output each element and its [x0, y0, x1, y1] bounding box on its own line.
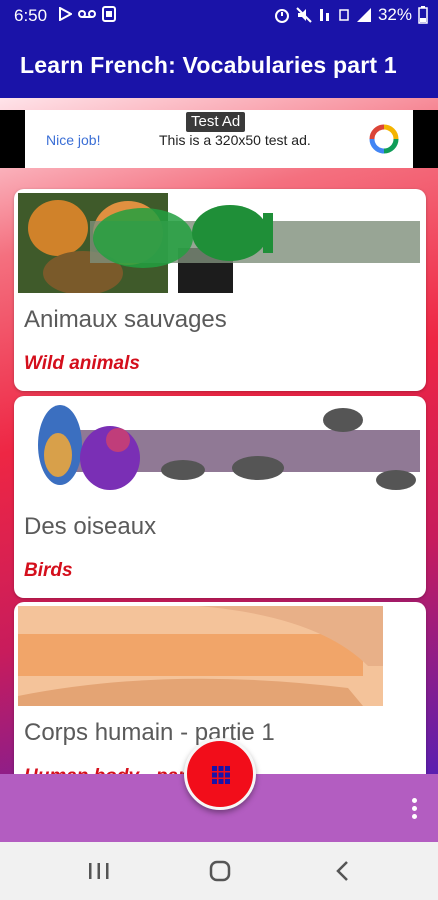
- sim-icon: [102, 6, 116, 22]
- status-time: 6:50: [14, 6, 48, 25]
- ad-cta[interactable]: Nice job!: [46, 132, 100, 148]
- card-wild-animals[interactable]: Animaux sauvages Wild animals: [14, 189, 426, 391]
- grid-icon: [212, 766, 230, 784]
- app-bar: Learn French: Vocabularies part 1: [0, 30, 438, 98]
- battery-icon: [418, 6, 428, 24]
- app-title: Learn French: Vocabularies part 1: [20, 52, 397, 78]
- status-left-icons: [58, 6, 116, 22]
- status-bar: 6:50 32%: [0, 0, 438, 30]
- recent-apps-icon[interactable]: [84, 858, 114, 884]
- birds-image: [18, 400, 422, 500]
- back-icon[interactable]: [328, 858, 358, 884]
- card-subtitle: Wild animals: [24, 353, 140, 374]
- battery-percent: 32%: [377, 5, 412, 24]
- card-title: Animaux sauvages: [24, 306, 227, 333]
- card-subtitle: Birds: [24, 560, 73, 581]
- card-title: Des oiseaux: [24, 513, 157, 540]
- ad-text: This is a 320x50 test ad.: [159, 132, 311, 148]
- home-icon[interactable]: [205, 858, 235, 884]
- signal-icon: [356, 8, 371, 22]
- human-arm-image: [18, 606, 422, 706]
- alarm-icon: [274, 9, 289, 23]
- overflow-menu-icon[interactable]: [412, 798, 418, 820]
- play-icon: [59, 7, 72, 21]
- vowifi-icon: [319, 9, 329, 21]
- ad-label: Test Ad: [186, 112, 246, 132]
- card-birds[interactable]: Des oiseaux Birds: [14, 396, 426, 598]
- wild-animals-image: [18, 193, 422, 293]
- system-nav-bar: [0, 842, 438, 900]
- ad-logo-icon: [369, 124, 399, 154]
- grid-menu-button[interactable]: [184, 738, 256, 810]
- mute-icon: [296, 7, 312, 23]
- status-right-icons: 32%: [274, 5, 428, 25]
- lte-icon: [339, 9, 349, 21]
- ad-margin-right: [413, 110, 438, 168]
- voicemail-icon: [78, 10, 96, 18]
- ad-margin-left: [0, 110, 25, 168]
